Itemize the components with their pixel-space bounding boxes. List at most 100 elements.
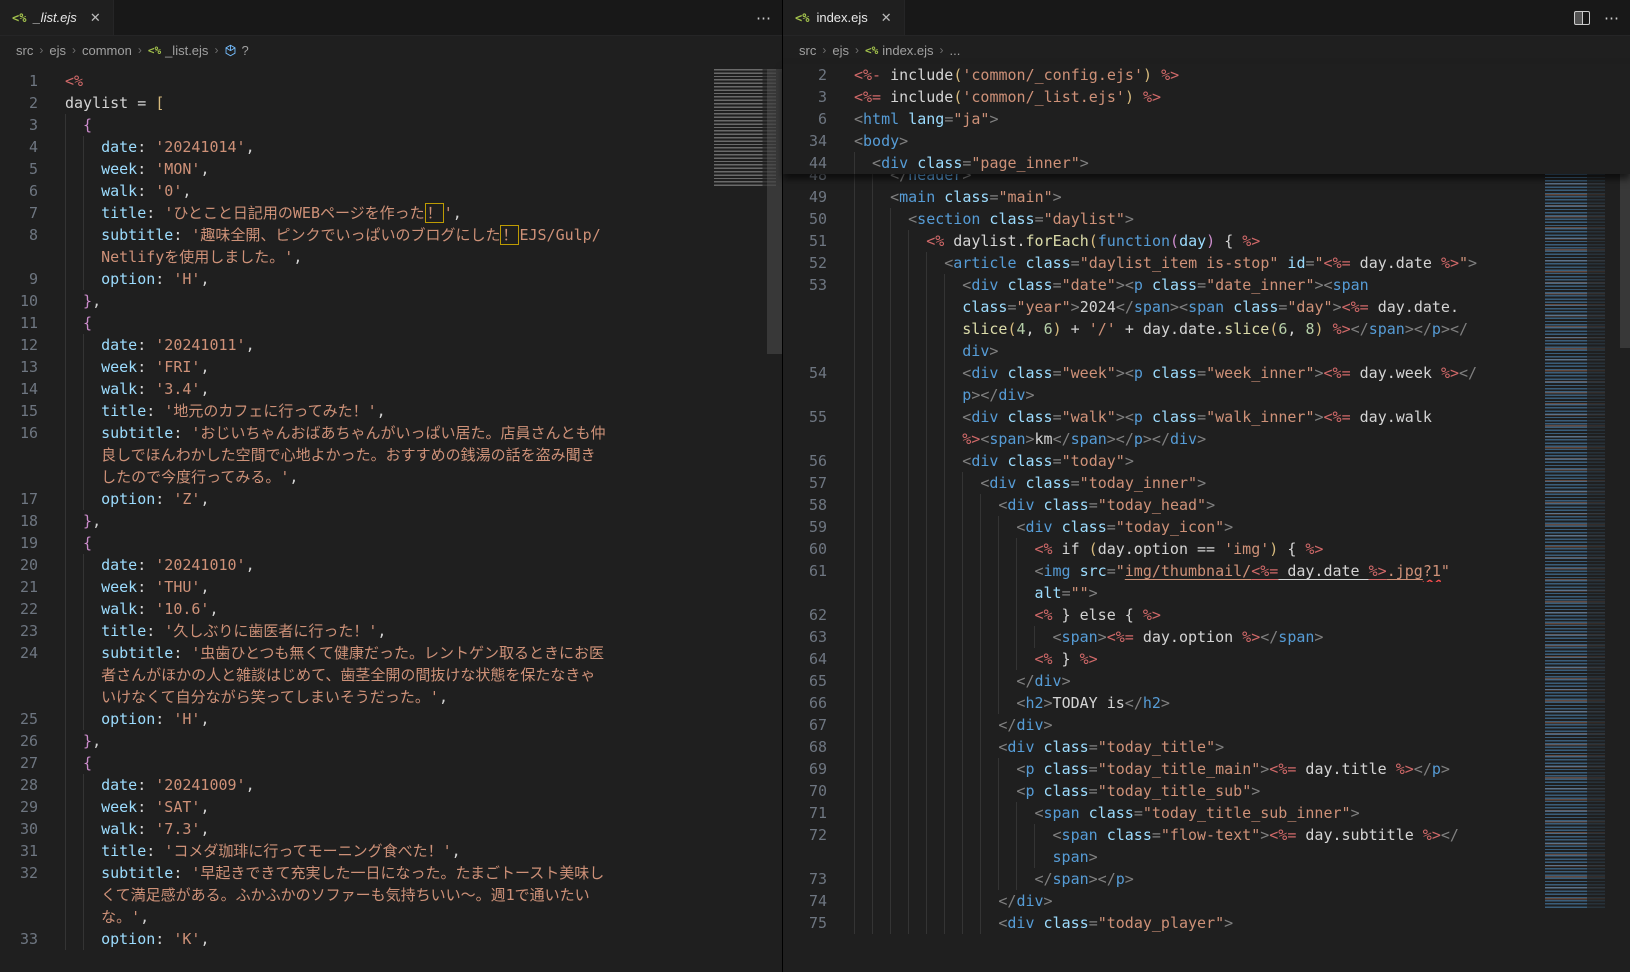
line-number[interactable]: 34 [783, 130, 827, 152]
code-line[interactable]: 28date: '20241009', [0, 774, 782, 796]
line-number[interactable]: 3 [0, 114, 38, 136]
more-actions-icon[interactable]: ⋯ [1604, 9, 1620, 27]
code-line[interactable]: 57<div class="today_inner"> [783, 472, 1630, 494]
code-line[interactable]: 31title: 'コメダ珈琲に行ってモーニング食べた！', [0, 840, 782, 862]
code-line[interactable]: 6walk: '0', [0, 180, 782, 202]
line-number[interactable] [0, 246, 38, 268]
code-line[interactable]: 74</div> [783, 890, 1630, 912]
code-line[interactable]: 66<h2>TODAY is</h2> [783, 692, 1630, 714]
line-number[interactable]: 74 [783, 890, 827, 912]
code-line[interactable]: 67</div> [783, 714, 1630, 736]
code-line[interactable]: 62<% } else { %> [783, 604, 1630, 626]
code-editor-index-ejs[interactable]: 48</header>49<main class="main">50<secti… [783, 64, 1630, 972]
line-number[interactable]: 57 [783, 472, 827, 494]
code-line[interactable]: 34<body> [783, 130, 1630, 152]
line-number[interactable] [0, 686, 38, 708]
code-line[interactable]: 50<section class="daylist"> [783, 208, 1630, 230]
line-number[interactable]: 52 [783, 252, 827, 274]
line-number[interactable]: 16 [0, 422, 38, 444]
code-line[interactable]: Netlifyを使用しました。', [0, 246, 782, 268]
line-number[interactable]: 75 [783, 912, 827, 934]
breadcrumb-item[interactable]: ejs [49, 43, 66, 58]
close-icon[interactable]: ✕ [881, 10, 892, 26]
line-number[interactable]: 62 [783, 604, 827, 626]
line-number[interactable]: 6 [783, 108, 827, 130]
code-line[interactable]: %><span>km</span></p></div> [783, 428, 1630, 450]
code-line[interactable]: 4date: '20241014', [0, 136, 782, 158]
code-line[interactable]: 64<% } %> [783, 648, 1630, 670]
line-number[interactable]: 15 [0, 400, 38, 422]
code-line[interactable]: 30walk: '7.3', [0, 818, 782, 840]
line-number[interactable]: 71 [783, 802, 827, 824]
code-line[interactable]: 27{ [0, 752, 782, 774]
code-line[interactable]: div> [783, 340, 1630, 362]
line-number[interactable]: 59 [783, 516, 827, 538]
code-line[interactable]: 2<%- include('common/_config.ejs') %> [783, 64, 1630, 86]
line-number[interactable]: 26 [0, 730, 38, 752]
line-number[interactable]: 3 [783, 86, 827, 108]
code-line[interactable]: 52<article class="daylist_item is-stop" … [783, 252, 1630, 274]
tab-index-ejs[interactable]: <% index.ejs ✕ [783, 0, 905, 35]
breadcrumb-item[interactable]: ejs [832, 43, 849, 58]
line-number[interactable]: 30 [0, 818, 38, 840]
code-line[interactable]: 26}, [0, 730, 782, 752]
code-line[interactable]: したので今度行ってみる。', [0, 466, 782, 488]
code-line[interactable]: 24subtitle: '虫歯ひとつも無くて健康だった。レントゲン取るときにお医 [0, 642, 782, 664]
line-number[interactable]: 8 [0, 224, 38, 246]
line-number[interactable]: 49 [783, 186, 827, 208]
line-number[interactable]: 27 [0, 752, 38, 774]
code-line[interactable]: 6<html lang="ja"> [783, 108, 1630, 130]
split-editor-icon[interactable] [1574, 11, 1590, 25]
line-number[interactable]: 7 [0, 202, 38, 224]
line-number[interactable] [0, 884, 38, 906]
code-line[interactable]: 5week: 'MON', [0, 158, 782, 180]
code-line[interactable]: 55<div class="walk"><p class="walk_inner… [783, 406, 1630, 428]
line-number[interactable]: 68 [783, 736, 827, 758]
line-number[interactable] [783, 582, 827, 604]
line-number[interactable]: 60 [783, 538, 827, 560]
breadcrumb-item[interactable]: common [82, 43, 132, 58]
line-number[interactable]: 66 [783, 692, 827, 714]
code-line[interactable]: 68<div class="today_title"> [783, 736, 1630, 758]
code-line[interactable]: 13week: 'FRI', [0, 356, 782, 378]
line-number[interactable]: 29 [0, 796, 38, 818]
line-number[interactable]: 4 [0, 136, 38, 158]
line-number[interactable]: 58 [783, 494, 827, 516]
code-line[interactable]: 54<div class="week"><p class="week_inner… [783, 362, 1630, 384]
code-line[interactable]: 33option: 'K', [0, 928, 782, 950]
code-line[interactable]: 14walk: '3.4', [0, 378, 782, 400]
line-number[interactable] [0, 906, 38, 928]
code-line[interactable]: 3<%= include('common/_list.ejs') %> [783, 86, 1630, 108]
code-line[interactable]: span> [783, 846, 1630, 868]
code-line[interactable]: 65</div> [783, 670, 1630, 692]
code-line[interactable]: くて満足感がある。ふかふかのソファーも気持ちいい〜。週1で通いたい [0, 884, 782, 906]
line-number[interactable]: 64 [783, 648, 827, 670]
line-number[interactable] [783, 384, 827, 406]
line-number[interactable] [783, 428, 827, 450]
line-number[interactable]: 25 [0, 708, 38, 730]
code-line[interactable]: 17option: 'Z', [0, 488, 782, 510]
line-number[interactable]: 44 [783, 152, 827, 174]
line-number[interactable]: 22 [0, 598, 38, 620]
line-number[interactable]: 67 [783, 714, 827, 736]
code-line[interactable]: 23title: '久しぶりに歯医者に行った！', [0, 620, 782, 642]
code-line[interactable]: 56<div class="today"> [783, 450, 1630, 472]
code-line[interactable]: 15title: '地元のカフェに行ってみた！', [0, 400, 782, 422]
code-line[interactable]: alt=""> [783, 582, 1630, 604]
close-icon[interactable]: ✕ [90, 10, 101, 26]
minimap[interactable] [1545, 68, 1605, 908]
line-number[interactable] [783, 296, 827, 318]
breadcrumb-item[interactable]: <%_list.ejs [148, 43, 209, 58]
code-line[interactable]: 69<p class="today_title_main"><%= day.ti… [783, 758, 1630, 780]
code-line[interactable]: 2daylist = [ [0, 92, 782, 114]
code-line[interactable]: 58<div class="today_head"> [783, 494, 1630, 516]
line-number[interactable]: 53 [783, 274, 827, 296]
code-line[interactable]: slice(4, 6) + '/' + day.date.slice(6, 8)… [783, 318, 1630, 340]
code-line[interactable]: 44<div class="page_inner"> [783, 152, 1630, 174]
code-line[interactable]: 63<span><%= day.option %></span> [783, 626, 1630, 648]
breadcrumb-item[interactable]: ? [224, 43, 248, 58]
line-number[interactable]: 6 [0, 180, 38, 202]
line-number[interactable]: 24 [0, 642, 38, 664]
code-line[interactable]: 20date: '20241010', [0, 554, 782, 576]
line-number[interactable]: 9 [0, 268, 38, 290]
